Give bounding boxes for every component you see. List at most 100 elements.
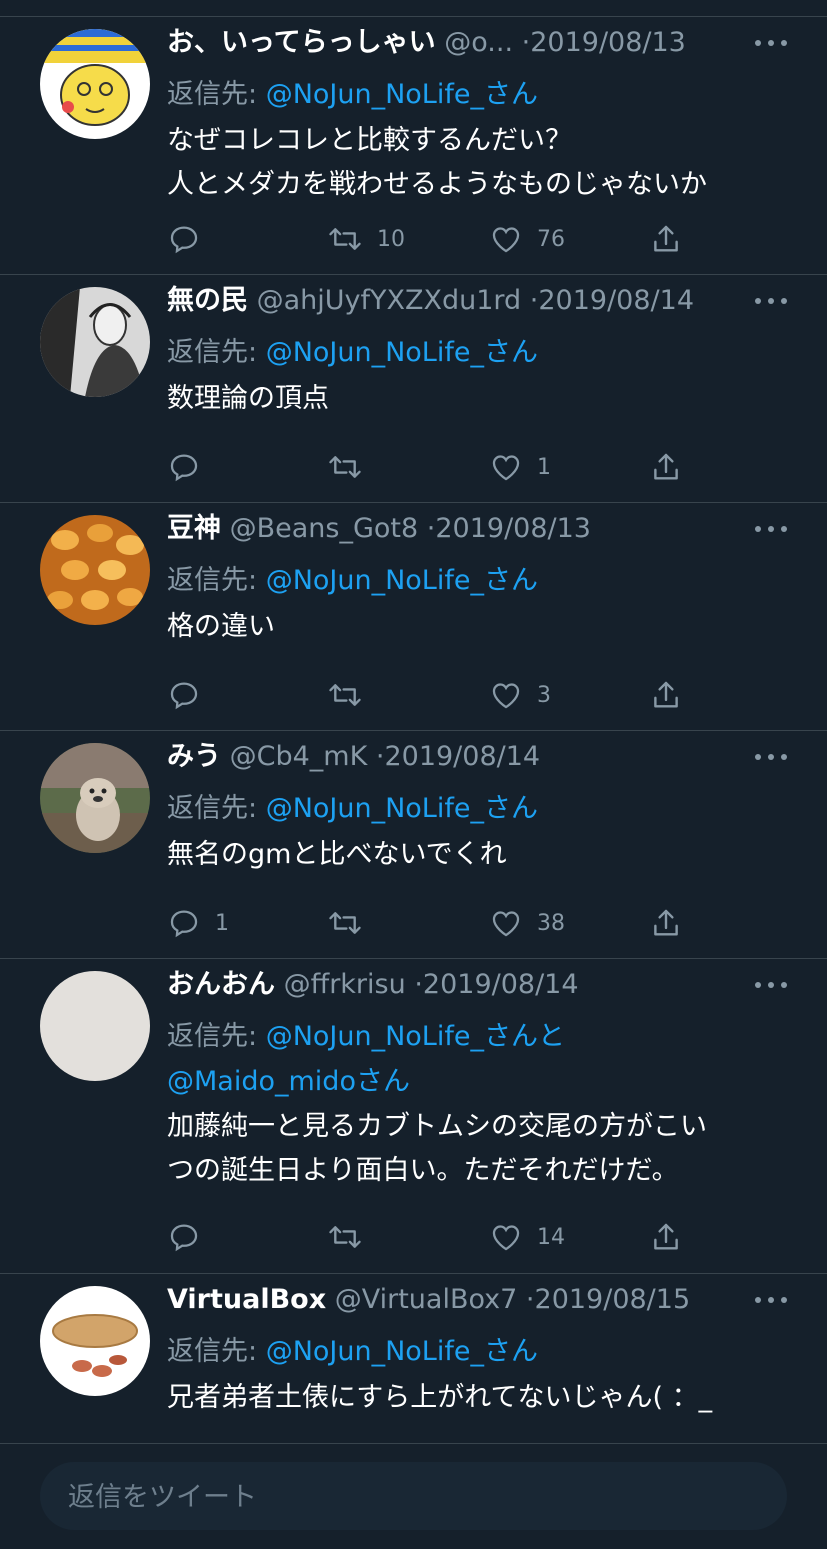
more-options-icon[interactable] [755, 739, 787, 775]
tweet-text: 加藤純一と見るカブトムシの交尾の方がこい つの誕生日より面白い。ただそれだけだ。 [167, 1105, 707, 1193]
tweet-text: なぜコレコレと比較するんだい？ 人とメダカを戦わせるようなものじゃないか [167, 119, 707, 207]
retweet-button[interactable] [327, 447, 377, 487]
tweet-date[interactable]: 2019/08/13 [435, 513, 591, 544]
tweet-actions: 14 [167, 1217, 787, 1257]
mention-link[interactable]: @NoJun_NoLife_ [266, 1336, 484, 1367]
retweet-count: 10 [377, 226, 405, 252]
more-options-icon[interactable] [755, 283, 787, 319]
tweet[interactable]: お、いってらっしゃい @o... ·2019/08/13 返信先: @NoJun… [0, 17, 827, 275]
display-name[interactable]: VirtualBox [167, 1284, 326, 1315]
share-button[interactable] [649, 219, 683, 259]
share-icon [654, 225, 678, 252]
mention-suffix: さん [483, 79, 538, 110]
user-handle[interactable]: @Cb4_mK [230, 741, 368, 772]
reply-prefix: 返信先: [167, 337, 266, 368]
mention-link[interactable]: @Maido_mido [167, 1066, 356, 1097]
user-handle[interactable]: @ffrkrisu [284, 969, 406, 1000]
tweet-date[interactable]: 2019/08/14 [423, 969, 579, 1000]
tweet[interactable]: VirtualBox @VirtualBox7 ·2019/08/15 返信先:… [0, 1274, 827, 1443]
tweet[interactable]: 豆神 @Beans_Got8 ·2019/08/13 返信先: @NoJun_N… [0, 503, 827, 731]
tweet-text-line: 格の違い [167, 611, 275, 642]
reply-input-container[interactable] [40, 1462, 787, 1532]
user-handle[interactable]: @o... [444, 27, 513, 58]
display-name[interactable]: お、いってらっしゃい [167, 27, 436, 58]
avatar[interactable] [40, 29, 150, 139]
avatar[interactable] [40, 287, 150, 397]
like-button[interactable]: 3 [489, 675, 551, 715]
tweet-date[interactable]: 2019/08/14 [538, 285, 694, 316]
reply-icon [170, 454, 198, 482]
share-icon [654, 681, 678, 708]
share-icon [654, 1223, 678, 1250]
reply-button[interactable] [167, 675, 215, 715]
reply-icon [170, 910, 198, 938]
share-button[interactable] [649, 903, 683, 943]
reply-icon [170, 682, 198, 710]
tweet[interactable]: 無の民 @ahjUyfYXZXdu1rd ·2019/08/14 返信先: @N… [0, 275, 827, 503]
reply-button[interactable] [167, 1217, 215, 1257]
tweet[interactable]: みう @Cb4_mK ·2019/08/14 返信先: @NoJun_NoLif… [0, 731, 827, 959]
heart-icon [492, 683, 520, 709]
reply-to-line: 返信先: @NoJun_NoLife_さん [167, 330, 538, 375]
mention-suffix: さん [483, 337, 538, 368]
like-button[interactable]: 38 [489, 903, 565, 943]
share-button[interactable] [649, 675, 683, 715]
tweet-text-line: 人とメダカを戦わせるようなものじゃないか [167, 169, 707, 200]
mention-link[interactable]: @NoJun_NoLife_ [266, 565, 484, 596]
reply-button[interactable] [167, 219, 215, 259]
tweet-text: 兄者弟者土俵にすら上がれてないじゃん( ：_ [167, 1376, 712, 1420]
tweet-date[interactable]: 2019/08/13 [530, 27, 686, 58]
display-name[interactable]: 無の民 [167, 285, 248, 316]
like-count: 76 [537, 226, 565, 252]
tweet-date[interactable]: 2019/08/14 [384, 741, 540, 772]
display-name[interactable]: 豆神 [167, 513, 221, 544]
mention-link[interactable]: @NoJun_NoLife_ [266, 79, 484, 110]
more-options-icon[interactable] [755, 25, 787, 61]
tweet-text-line: 数理論の頂点 [167, 383, 329, 414]
reply-feed[interactable]: お、いってらっしゃい @o... ·2019/08/13 返信先: @NoJun… [0, 17, 827, 1443]
avatar[interactable] [40, 1286, 150, 1396]
tweet[interactable]: おんおん @ffrkrisu ·2019/08/14 返信先: @NoJun_N… [0, 959, 827, 1274]
reply-prefix: 返信先: [167, 793, 266, 824]
reply-icon [170, 226, 198, 254]
retweet-button[interactable] [327, 903, 377, 943]
display-name[interactable]: みう [167, 741, 221, 772]
like-button[interactable]: 76 [489, 219, 565, 259]
display-name[interactable]: おんおん [167, 969, 275, 1000]
more-options-icon[interactable] [755, 1282, 787, 1318]
avatar[interactable] [40, 515, 150, 625]
like-count: 3 [537, 682, 551, 708]
retweet-button[interactable]: 10 [327, 219, 405, 259]
avatar[interactable] [40, 971, 150, 1081]
like-button[interactable]: 1 [489, 447, 551, 487]
retweet-button[interactable] [327, 675, 377, 715]
share-button[interactable] [649, 1217, 683, 1257]
avatar[interactable] [40, 743, 150, 853]
user-handle[interactable]: @ahjUyfYXZXdu1rd [257, 285, 522, 316]
like-button[interactable]: 14 [489, 1217, 565, 1257]
tweet-text-line: 兄者弟者土俵にすら上がれてないじゃん( ：_ [167, 1382, 713, 1413]
mention-link[interactable]: @NoJun_NoLife_ [266, 793, 484, 824]
user-handle[interactable]: @Beans_Got8 [230, 513, 419, 544]
reply-button[interactable] [167, 447, 215, 487]
user-handle[interactable]: @VirtualBox7 [335, 1284, 518, 1315]
mention-link[interactable]: @NoJun_NoLife_ [266, 337, 484, 368]
reply-button[interactable]: 1 [167, 903, 229, 943]
tweet-actions: 1 [167, 447, 787, 487]
tweet-text: 格の違い [167, 605, 275, 649]
more-options-icon[interactable] [755, 967, 787, 1003]
heart-icon [492, 1225, 520, 1251]
tweet-actions: 3 [167, 675, 787, 715]
more-options-icon[interactable] [755, 511, 787, 547]
heart-icon [492, 227, 520, 253]
reply-input[interactable] [66, 1462, 750, 1532]
reply-count: 1 [215, 910, 229, 936]
reply-prefix: 返信先: [167, 79, 266, 110]
share-button[interactable] [649, 447, 683, 487]
retweet-button[interactable] [327, 1217, 377, 1257]
mention-suffix: さん [483, 1336, 538, 1367]
tweet-date[interactable]: 2019/08/15 [535, 1284, 691, 1315]
mention-link[interactable]: @NoJun_NoLife_ [266, 1021, 484, 1052]
retweet-icon [329, 456, 361, 478]
retweet-icon [329, 912, 361, 934]
